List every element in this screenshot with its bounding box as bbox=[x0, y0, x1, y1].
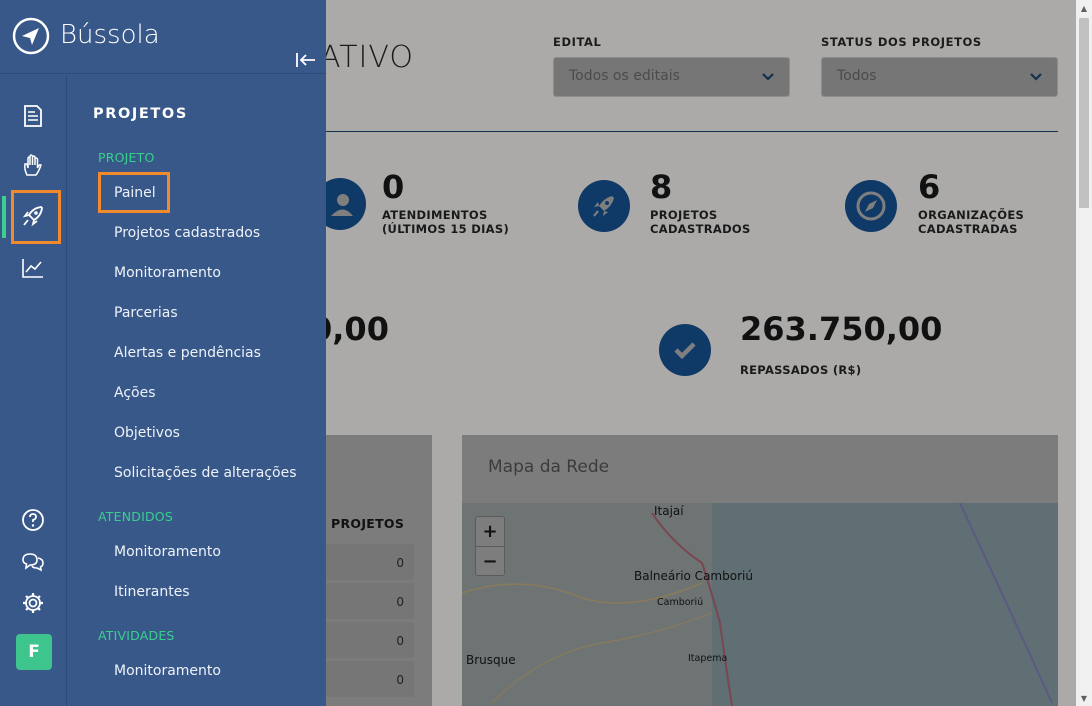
stat-label-line: (ÚLTIMOS 15 DIAS) bbox=[382, 222, 510, 236]
map-label-balneario: Balneário Camboriú bbox=[634, 569, 753, 583]
zoom-in-button[interactable]: + bbox=[476, 517, 504, 546]
menu-item-acoes[interactable]: Ações bbox=[114, 385, 156, 401]
menu-item-alertas[interactable]: Alertas e pendências bbox=[114, 345, 261, 361]
menu-item-monitoramento[interactable]: Monitoramento bbox=[114, 265, 221, 281]
stat-organizacoes-label: ORGANIZAÇÕES CADASTRADAS bbox=[918, 208, 1076, 236]
gear-icon[interactable] bbox=[20, 590, 46, 616]
map-label-itajai: Itajaí bbox=[654, 504, 684, 518]
status-select-value: Todos bbox=[837, 68, 877, 84]
stat-label-line: ORGANIZAÇÕES bbox=[918, 208, 1025, 222]
menu-item-projetos-cadastrados[interactable]: Projetos cadastrados bbox=[114, 225, 260, 241]
menu-item-objetivos[interactable]: Objetivos bbox=[114, 425, 180, 441]
table-cell: 0 bbox=[396, 673, 404, 687]
scroll-up-arrow[interactable]: ▲ bbox=[1076, 0, 1092, 16]
stat-atendimentos-value: 0 bbox=[382, 168, 405, 206]
stat-organizacoes-value: 6 bbox=[918, 168, 941, 206]
map-label-brusque: Brusque bbox=[466, 653, 516, 667]
chevron-down-icon bbox=[1030, 73, 1042, 81]
table-row: 0 bbox=[326, 544, 414, 580]
status-select[interactable]: Todos bbox=[821, 57, 1058, 97]
highlight-rocket-rail bbox=[11, 190, 61, 244]
compass-logo-icon bbox=[12, 17, 50, 55]
page-scrollbar[interactable]: ▲ ▼ bbox=[1076, 0, 1092, 706]
table-row: 0 bbox=[326, 583, 414, 619]
menu-title: PROJETOS bbox=[93, 106, 188, 122]
chart-icon[interactable] bbox=[20, 255, 46, 281]
compass-icon bbox=[845, 180, 897, 232]
check-icon bbox=[659, 324, 711, 376]
avatar[interactable]: F bbox=[16, 634, 52, 670]
finance-repassados-label: REPASSADOS (R$) bbox=[740, 363, 862, 377]
brand-name: Bússola bbox=[60, 20, 160, 50]
scroll-thumb[interactable] bbox=[1079, 18, 1089, 208]
map-card-header: Mapa da Rede bbox=[462, 435, 1058, 503]
page-title: ATIVO bbox=[320, 40, 414, 75]
network-map[interactable]: + − Itajaí Balneário Camboriú Camboriú B… bbox=[462, 503, 1058, 706]
table-row: 0 bbox=[326, 661, 414, 697]
stat-atendimentos-label: ATENDIMENTOS (ÚLTIMOS 15 DIAS) bbox=[382, 208, 552, 236]
map-label-camboriu: Camboriú bbox=[657, 597, 704, 608]
stat-label-line: ATENDIMENTOS bbox=[382, 208, 488, 222]
header-divider bbox=[326, 131, 1058, 132]
section-projeto: PROJETO bbox=[98, 150, 155, 165]
map-card-title: Mapa da Rede bbox=[488, 457, 610, 477]
map-label-itapema: Itapema bbox=[688, 653, 728, 664]
edital-select[interactable]: Todos os editais bbox=[553, 57, 790, 97]
zoom-out-button[interactable]: − bbox=[476, 546, 504, 575]
stat-label-line: PROJETOS bbox=[650, 208, 718, 222]
stat-label-line: CADASTRADAS bbox=[918, 222, 1018, 236]
chat-icon[interactable] bbox=[20, 549, 46, 575]
menu-item-solicitacoes[interactable]: Solicitações de alterações bbox=[114, 465, 297, 481]
menu-item-parcerias[interactable]: Parcerias bbox=[114, 305, 178, 321]
brand-header: Bússola bbox=[0, 0, 326, 74]
edital-select-value: Todos os editais bbox=[569, 68, 680, 84]
map-zoom-control: + − bbox=[475, 516, 505, 576]
section-atividades: ATIVIDADES bbox=[98, 628, 175, 643]
highlight-painel bbox=[98, 172, 170, 213]
rocket-icon bbox=[578, 180, 630, 232]
section-atendidos: ATENDIDOS bbox=[98, 509, 173, 524]
table-header-projetos: PROJETOS bbox=[331, 516, 405, 531]
table-cell: 0 bbox=[396, 556, 404, 570]
map-roads bbox=[462, 503, 1053, 706]
stat-label-line: CADASTRADOS bbox=[650, 222, 751, 236]
document-icon[interactable] bbox=[20, 103, 46, 129]
table-row: 0 bbox=[326, 622, 414, 658]
collapse-left-icon[interactable] bbox=[295, 50, 317, 70]
menu-item-itinerantes[interactable]: Itinerantes bbox=[114, 584, 190, 600]
finance-repassados-value: 263.750,00 bbox=[740, 310, 943, 348]
active-rail-indicator bbox=[2, 196, 6, 238]
help-icon[interactable] bbox=[20, 507, 46, 533]
stat-projetos-label: PROJETOS CADASTRADOS bbox=[650, 208, 820, 236]
chevron-down-icon bbox=[762, 73, 774, 81]
status-filter-label: STATUS DOS PROJETOS bbox=[821, 35, 982, 49]
icon-rail bbox=[0, 75, 67, 706]
sidebar-drawer: Bússola F PROJETOS PROJETO Painel Projet… bbox=[0, 0, 326, 706]
stat-projetos-value: 8 bbox=[650, 168, 673, 206]
edital-filter-label: EDITAL bbox=[553, 35, 602, 49]
menu-item-atendidos-monitoramento[interactable]: Monitoramento bbox=[114, 544, 221, 560]
table-cell: 0 bbox=[396, 595, 404, 609]
menu-item-atividades-monitoramento[interactable]: Monitoramento bbox=[114, 663, 221, 679]
table-cell: 0 bbox=[396, 634, 404, 648]
scroll-down-arrow[interactable]: ▼ bbox=[1076, 690, 1092, 706]
hand-icon[interactable] bbox=[20, 153, 46, 179]
